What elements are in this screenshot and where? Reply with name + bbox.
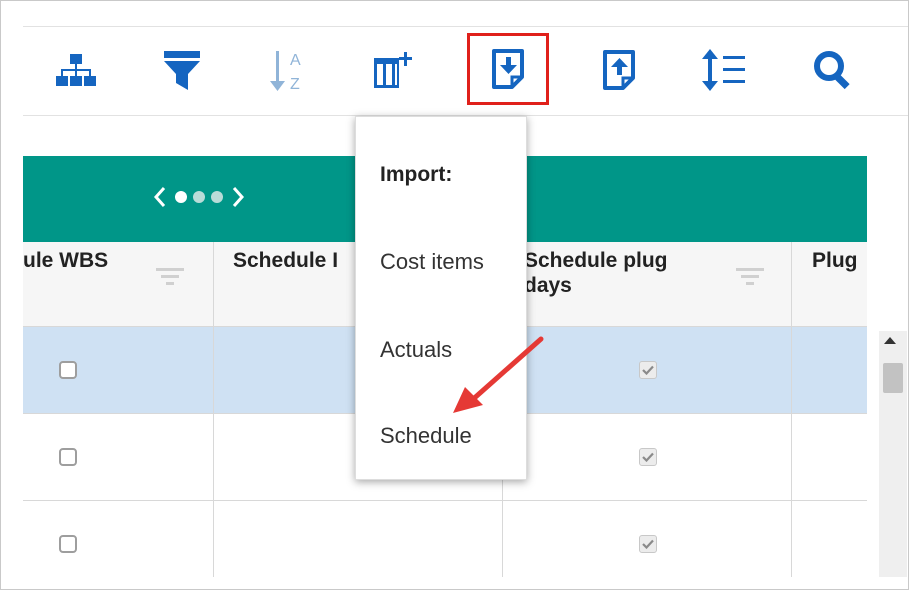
plug-days-checkbox[interactable]	[639, 361, 657, 379]
pager-dot-3[interactable]	[211, 191, 223, 203]
pager-dot-1[interactable]	[175, 191, 187, 203]
scroll-thumb[interactable]	[883, 363, 903, 393]
column-header-label: Schedule plug days	[524, 249, 668, 297]
plug-days-checkbox[interactable]	[639, 448, 657, 466]
wbs-cell	[23, 501, 214, 577]
hierarchy-icon	[56, 54, 96, 86]
search-button[interactable]	[807, 42, 859, 98]
filter-icon	[164, 51, 200, 90]
row-height-icon	[702, 49, 745, 91]
check-icon	[642, 452, 654, 462]
plug-cell	[792, 501, 867, 577]
scroll-up-arrow-icon[interactable]	[884, 337, 896, 344]
pager-next-button[interactable]	[229, 184, 247, 210]
column-header-label: ule WBS	[23, 249, 109, 272]
plug-days-cell	[503, 501, 792, 577]
export-button[interactable]	[593, 42, 645, 98]
svg-text:A: A	[290, 52, 301, 69]
app-frame: A Z ule WBS Schedule I Schedule plug day…	[0, 0, 909, 590]
schedule-i-cell	[214, 501, 503, 577]
menu-item-cost-items[interactable]: Cost items	[380, 249, 484, 275]
plug-cell	[792, 327, 867, 413]
column-header-label: Schedule I	[233, 249, 339, 272]
vertical-scrollbar[interactable]	[879, 331, 907, 577]
hierarchy-button[interactable]	[50, 42, 102, 98]
check-icon	[642, 365, 654, 375]
wbs-checkbox[interactable]	[59, 448, 77, 466]
plug-days-cell	[503, 414, 792, 500]
import-button[interactable]	[467, 33, 549, 105]
wbs-cell	[23, 414, 214, 500]
wbs-checkbox[interactable]	[59, 535, 77, 553]
svg-text:Z: Z	[290, 76, 300, 93]
menu-item-schedule[interactable]: Schedule	[380, 423, 472, 449]
pager-dot-2[interactable]	[193, 191, 205, 203]
wbs-checkbox[interactable]	[59, 361, 77, 379]
column-filter-icon[interactable]	[735, 266, 765, 288]
chevron-left-icon	[153, 187, 166, 207]
table-row[interactable]	[23, 501, 867, 577]
plug-days-checkbox[interactable]	[639, 535, 657, 553]
export-icon	[603, 50, 635, 90]
column-filter-icon[interactable]	[155, 266, 185, 288]
filter-button[interactable]	[156, 42, 208, 98]
column-header-label: Plug	[812, 249, 858, 272]
add-column-button[interactable]	[368, 42, 420, 98]
column-header-schedule-plug-days[interactable]: Schedule plug days	[503, 242, 792, 326]
row-height-button[interactable]	[698, 42, 750, 98]
import-menu-title: Import:	[380, 163, 453, 186]
import-icon	[492, 49, 524, 89]
sort-az-button[interactable]: A Z	[261, 42, 313, 98]
check-icon	[642, 539, 654, 549]
chevron-right-icon	[232, 187, 245, 207]
import-menu: Import: Cost items Actuals Schedule	[355, 116, 527, 480]
add-column-icon	[374, 52, 412, 88]
annotation-arrow-icon	[453, 336, 544, 413]
sort-az-icon: A Z	[270, 51, 301, 93]
column-header-wbs[interactable]: ule WBS	[23, 242, 214, 326]
wbs-cell	[23, 327, 214, 413]
toolbar: A Z	[23, 26, 908, 116]
plug-cell	[792, 414, 867, 500]
pager-prev-button[interactable]	[151, 184, 169, 210]
search-icon	[814, 51, 850, 90]
column-header-plug[interactable]: Plug	[792, 242, 867, 326]
